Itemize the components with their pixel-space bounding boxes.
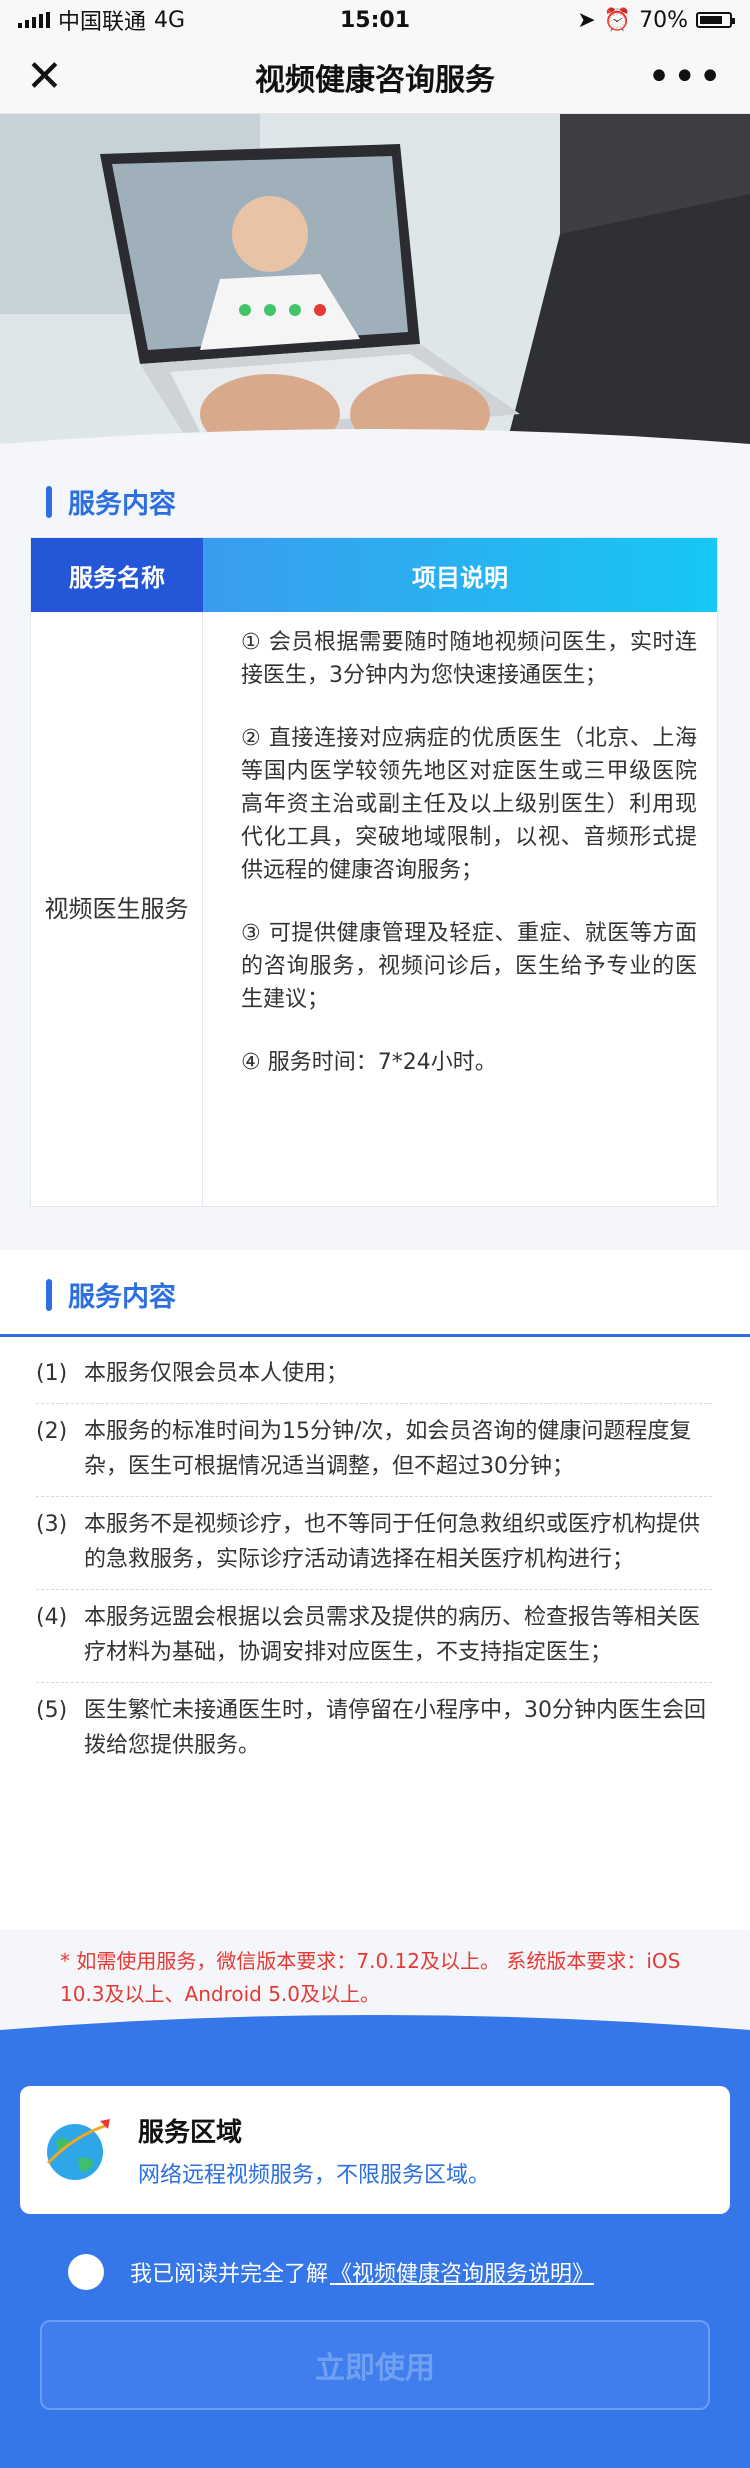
list-item-text: 医生繁忙未接通医生时，请停留在小程序中，30分钟内医生会回拨给您提供服务。 [84,1698,706,1758]
header-service-desc: 项目说明 [203,538,717,612]
list-item-text: 本服务的标准时间为15分钟/次，如会员咨询的健康问题程度复杂，医生可根据情况适当… [84,1419,692,1479]
notes-list: (1) 本服务仅限会员本人使用； (2) 本服务的标准时间为15分钟/次，如会员咨询… [36,1346,712,1775]
service-area-card: 服务区域 网络远程视频服务，不限服务区域。 [20,2086,730,2214]
notes-section: 服务内容 (1) 本服务仅限会员本人使用； (2) 本服务的标准时间为15分钟/次，… [0,1250,750,1930]
list-item-text: 本服务远盟会根据以会员需求及提供的病历、检查报告等相关医疗材料为基础，协调安排对… [84,1605,701,1665]
list-item: (1) 本服务仅限会员本人使用； [36,1346,712,1404]
use-now-button[interactable]: 立即使用 [40,2320,710,2410]
agreement-row: 我已阅读并完全了解 《视频健康咨询服务说明》 [68,2254,594,2290]
table-row: 视频医生服务 ① 会员根据需要随时随地视频问医生，实时连接医生，3分钟内为您快速… [31,612,717,1206]
status-bar: 中国联通 4G 15:01 ➤ ⏰ 70% [0,0,750,40]
list-item: (2) 本服务的标准时间为15分钟/次，如会员咨询的健康问题程度复杂，医生可根据情… [36,1404,712,1497]
table-header: 服务名称 项目说明 [31,538,717,612]
service-table: 服务名称 项目说明 视频医生服务 ① 会员根据需要随时随地视频问医生，实时连接医… [30,537,718,1207]
status-time: 15:01 [339,7,411,33]
list-item-number: (3) [36,1512,68,1537]
service-item-1: ① 会员根据需要随时随地视频问医生，实时连接医生，3分钟内为您快速接通医生； [241,630,697,688]
list-item-number: (4) [36,1605,68,1630]
service-item-4: ④ 服务时间：7*24小时。 [241,1050,497,1075]
agreement-link[interactable]: 《视频健康咨询服务说明》 [330,2256,594,2288]
battery-icon [696,12,735,28]
section-divider [0,1334,750,1337]
more-options-icon[interactable]: ••• [647,54,724,100]
nav-bar: ✕ 视频健康咨询服务 ••• [0,40,750,114]
service-desc-cell: ① 会员根据需要随时随地视频问医生，实时连接医生，3分钟内为您快速接通医生； ②… [203,612,717,1206]
service-area-desc: 网络远程视频服务，不限服务区域。 [138,2162,491,2188]
list-item-number: (2) [36,1419,68,1444]
close-icon[interactable]: ✕ [26,54,63,99]
list-item-number: (5) [36,1698,68,1723]
hero-banner-image [0,114,750,470]
service-section-title: 服务内容 [46,482,176,521]
version-requirement-note: * 如需使用服务，微信版本要求：7.0.12及以上。 系统版本要求：iOS 10… [60,1949,681,2006]
service-name-cell: 视频医生服务 [31,612,203,1206]
agreement-prefix: 我已阅读并完全了解 [130,2262,329,2287]
service-item-3: ③ 可提供健康管理及轻症、重症、就医等方面的咨询服务，视频问诊后，医生给予专业的… [241,921,697,1012]
page-title: 视频健康咨询服务 [255,62,495,98]
list-item: (5) 医生繁忙未接通医生时，请停留在小程序中，30分钟内医生会回拨给您提供服务。 [36,1683,712,1775]
list-item: (4) 本服务远盟会根据以会员需求及提供的病历、检查报告等相关医疗材料为基础，协调… [36,1590,712,1683]
list-item-number: (1) [36,1361,68,1386]
service-area-text: 服务区域 网络远程视频服务，不限服务区域。 [138,2112,490,2189]
globe-rocket-icon [46,2119,110,2180]
laptop-video-call-illustration [0,114,750,470]
header-service-name: 服务名称 [31,538,203,612]
notes-section-title: 服务内容 [46,1275,176,1314]
service-area-title: 服务区域 [138,2117,243,2148]
list-item: (3) 本服务不是视频诊疗，也不等同于任何急救组织或医疗机构提供的急救服务，实际诊… [36,1497,712,1590]
service-item-2: ② 直接连接对应病症的优质医生（北京、上海等国内医学较领先地区对症医生或三甲级医… [241,726,697,883]
list-item-text: 本服务不是视频诊疗，也不等同于任何急救组织或医疗机构提供的急救服务，实际诊疗活动… [84,1512,701,1572]
list-item-text: 本服务仅限会员本人使用； [84,1361,349,1386]
agree-radio[interactable] [68,2254,104,2290]
